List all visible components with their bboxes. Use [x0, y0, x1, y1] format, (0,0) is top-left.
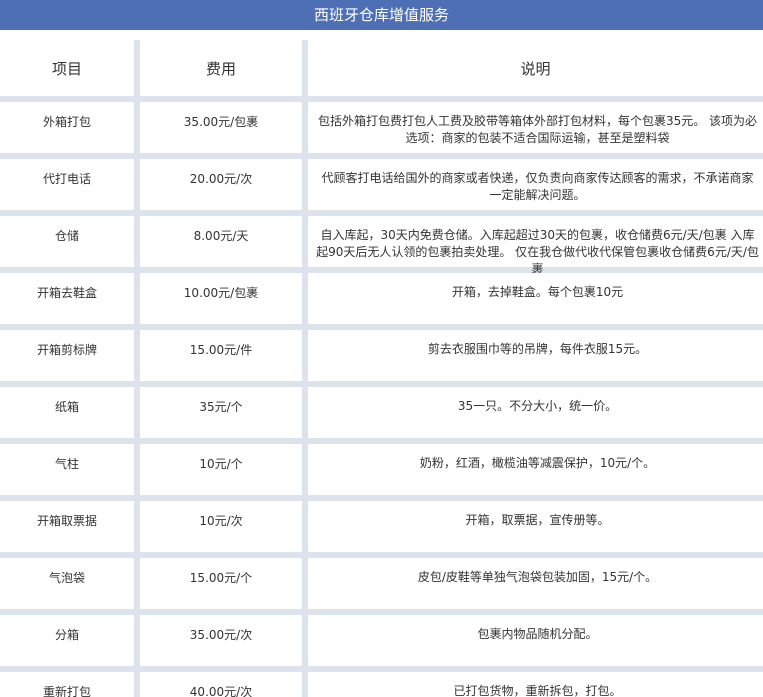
table-cell-description: 奶粉，红酒，橄榄油等减震保护，10元/个。 [308, 444, 763, 495]
table-cell-fee: 10元/次 [140, 501, 302, 552]
service-page: 西班牙仓库增值服务 项目 费用 说明 外箱打包 35.00元/包裹 包括外箱打包费打… [0, 0, 763, 697]
header-description: 说明 [308, 40, 763, 96]
table-cell-item: 外箱打包 [0, 102, 134, 153]
table-cell-fee: 15.00元/个 [140, 558, 302, 609]
table-cell-item: 纸箱 [0, 387, 134, 438]
table-cell-fee: 20.00元/次 [140, 159, 302, 210]
table-cell-description: 开箱，去掉鞋盒。每个包裹10元 [308, 273, 763, 324]
table-cell-fee: 8.00元/天 [140, 216, 302, 267]
table-cell-item: 代打电话 [0, 159, 134, 210]
table-cell-description: 皮包/皮鞋等单独气泡袋包装加固，15元/个。 [308, 558, 763, 609]
spacer [0, 30, 763, 40]
header-fee: 费用 [140, 40, 302, 96]
table-cell-description: 自入库起，30天内免费仓储。入库起超过30天的包裹，收仓储费6元/天/包裹 入库… [308, 216, 763, 276]
table-cell-item: 重新打包 [0, 672, 134, 697]
table-cell-description: 包括外箱打包费打包人工费及胶带等箱体外部打包材料，每个包裹35元。 该项为必选项… [308, 102, 763, 153]
table-cell-description: 包裹内物品随机分配。 [308, 615, 763, 666]
table-cell-item: 气泡袋 [0, 558, 134, 609]
table-cell-description: 已打包货物，重新拆包，打包。 [308, 672, 763, 697]
table-cell-fee: 35元/个 [140, 387, 302, 438]
table-cell-fee: 15.00元/件 [140, 330, 302, 381]
table-cell-fee: 10元/个 [140, 444, 302, 495]
service-table: 项目 费用 说明 外箱打包 35.00元/包裹 包括外箱打包费打包人工费及胶带等箱体… [0, 40, 763, 697]
table-cell-item: 仓储 [0, 216, 134, 267]
table-cell-description: 剪去衣服围巾等的吊牌，每件衣服15元。 [308, 330, 763, 381]
table-cell-fee: 35.00元/次 [140, 615, 302, 666]
table-cell-item: 开箱去鞋盒 [0, 273, 134, 324]
table-cell-fee: 35.00元/包裹 [140, 102, 302, 153]
page-title: 西班牙仓库增值服务 [0, 0, 763, 30]
table-cell-description: 代顾客打电话给国外的商家或者快递，仅负责向商家传达顾客的需求，不承诺商家一定能解… [308, 159, 763, 210]
table-cell-description: 35一只。不分大小，统一价。 [308, 387, 763, 438]
table-cell-item: 气柱 [0, 444, 134, 495]
table-cell-item: 开箱取票据 [0, 501, 134, 552]
table-cell-fee: 40.00元/次 [140, 672, 302, 697]
header-item: 项目 [0, 40, 134, 96]
table-cell-fee: 10.00元/包裹 [140, 273, 302, 324]
table-cell-item: 开箱剪标牌 [0, 330, 134, 381]
table-cell-item: 分箱 [0, 615, 134, 666]
table-cell-description: 开箱，取票据，宣传册等。 [308, 501, 763, 552]
